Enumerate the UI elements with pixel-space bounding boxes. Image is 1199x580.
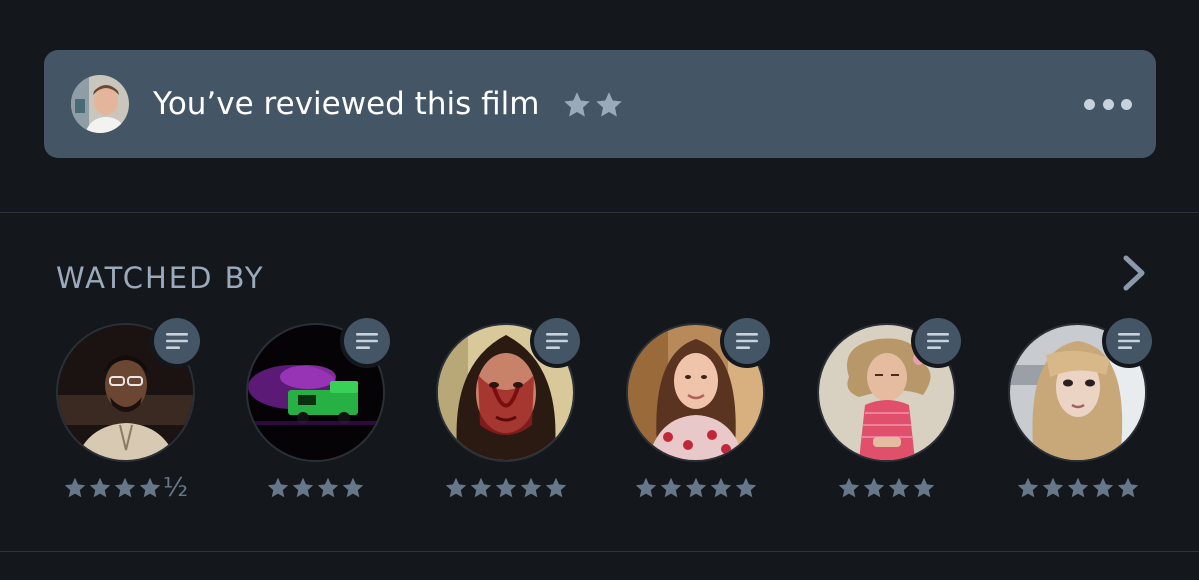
star-icon — [292, 477, 314, 498]
star-icon — [913, 477, 935, 498]
star-icon — [114, 477, 136, 498]
review-icon[interactable] — [1106, 318, 1152, 364]
star-icon — [317, 477, 339, 498]
star-icon — [267, 477, 289, 498]
star-icon — [635, 477, 656, 498]
star-icon — [735, 477, 756, 498]
half-star: ½ — [162, 473, 189, 503]
star-icon — [139, 477, 161, 498]
star-icon — [342, 477, 364, 498]
star-icon — [495, 477, 516, 498]
watcher-item[interactable]: ½ — [53, 318, 203, 508]
my-rating — [562, 90, 624, 120]
star-icon — [1117, 477, 1138, 498]
user-avatar[interactable] — [71, 75, 129, 133]
review-icon[interactable] — [534, 318, 580, 364]
section-title: WATCHED BY — [56, 261, 265, 295]
star-icon — [888, 477, 910, 498]
star-icon — [445, 477, 466, 498]
star-icon — [596, 92, 622, 117]
star-icon — [1092, 477, 1113, 498]
star-icon — [685, 477, 706, 498]
chevron-right-icon[interactable] — [1118, 253, 1150, 293]
member-rating — [814, 475, 959, 501]
star-icon — [89, 477, 111, 498]
star-icon — [863, 477, 885, 498]
watcher-item[interactable] — [814, 318, 964, 508]
review-icon[interactable] — [154, 318, 200, 364]
watcher-item[interactable] — [243, 318, 393, 508]
star-icon — [520, 477, 541, 498]
watcher-item[interactable] — [433, 318, 583, 508]
star-icon — [1042, 477, 1063, 498]
member-rating — [433, 475, 578, 501]
star-icon — [470, 477, 491, 498]
member-rating — [243, 475, 388, 501]
member-rating — [623, 475, 768, 501]
watcher-item[interactable] — [1005, 318, 1155, 508]
star-icon — [1017, 477, 1038, 498]
divider — [0, 212, 1199, 213]
review-banner[interactable]: You’ve reviewed this film — [44, 50, 1156, 158]
star-icon — [838, 477, 860, 498]
star-icon — [564, 92, 590, 117]
ellipsis-icon[interactable] — [1084, 94, 1132, 114]
divider — [0, 551, 1199, 552]
review-icon[interactable] — [344, 318, 390, 364]
star-icon — [64, 477, 86, 498]
watched-by-list: ½ — [0, 318, 1199, 518]
member-rating — [1005, 475, 1150, 501]
review-icon[interactable] — [724, 318, 770, 364]
star-icon — [660, 477, 681, 498]
star-icon — [1067, 477, 1088, 498]
star-icon — [545, 477, 566, 498]
star-icon — [710, 477, 731, 498]
watcher-item[interactable] — [623, 318, 773, 508]
reviewed-status-text: You’ve reviewed this film — [153, 86, 540, 122]
member-rating: ½ — [53, 475, 198, 501]
review-icon[interactable] — [915, 318, 961, 364]
